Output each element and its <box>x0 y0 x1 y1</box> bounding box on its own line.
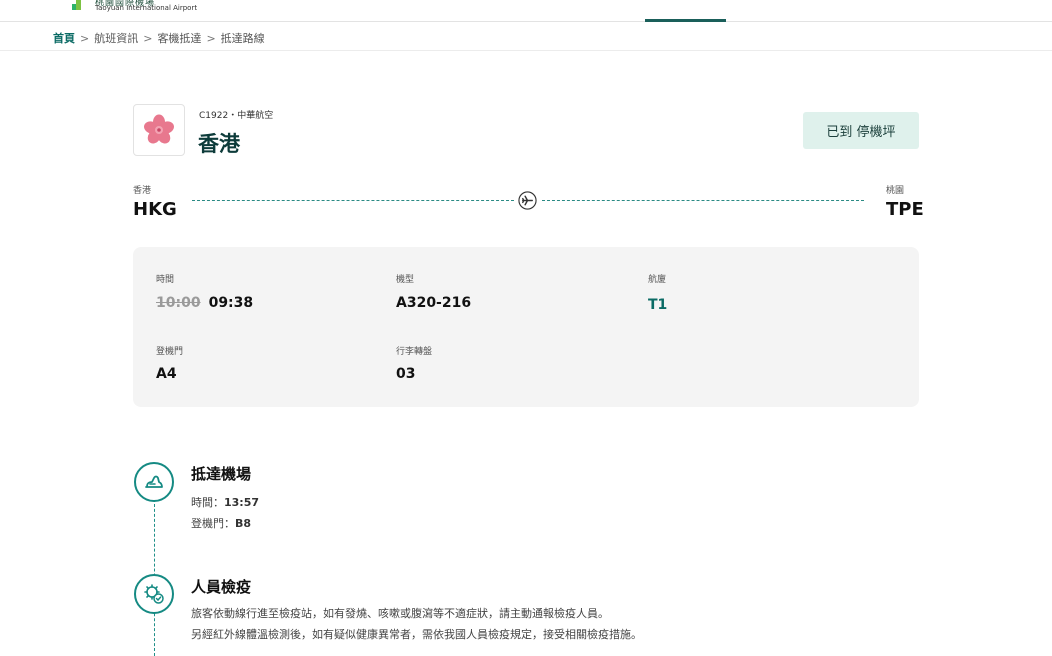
footprint-icon <box>145 475 163 488</box>
timeline-step-description: 旅客依動線行進至檢疫站，如有發燒、咳嗽或腹瀉等不適症狀，請主動通報檢疫人員。 <box>191 607 609 620</box>
gate-label: 登機門 <box>156 347 184 357</box>
route-line <box>542 200 864 201</box>
plum-blossom-icon <box>144 114 174 144</box>
breadcrumb-separator: > <box>143 31 153 45</box>
timeline-step-title: 人員檢疫 <box>191 578 252 596</box>
route-from-city: 香港 <box>133 186 152 196</box>
flight-details-card: 時間 10:00 09:38 機型 A320-216 航廈 T1 登機門 A4 行… <box>133 247 919 407</box>
flight-origin-title: 香港 <box>198 132 240 156</box>
time-label: 時間 <box>156 275 175 285</box>
breadcrumb-divider <box>0 50 1052 51</box>
airport-logo-en[interactable]: Taoyuan International Airport <box>95 4 197 12</box>
aircraft-label: 機型 <box>396 275 415 285</box>
top-navigation: 桃園國際機場 Taoyuan International Airport <box>0 0 1052 22</box>
scheduled-time: 10:00 <box>156 295 201 311</box>
route-to-code: TPE <box>886 199 924 220</box>
aircraft-value: A320-216 <box>396 295 472 311</box>
timeline-step-arrival-icon <box>134 462 174 502</box>
airline-logo <box>133 104 185 156</box>
terminal-label: 航廈 <box>648 275 667 285</box>
breadcrumb-separator: > <box>80 31 90 45</box>
timeline-step-gate: 登機門：B8 <box>191 517 252 530</box>
time-value: 10:00 09:38 <box>156 295 253 311</box>
baggage-label: 行李轉盤 <box>396 347 433 357</box>
breadcrumb-arrivals[interactable]: 客機抵達 <box>157 30 201 46</box>
breadcrumb-separator: > <box>206 31 216 45</box>
timeline-step-time: 時間：13:57 <box>191 496 260 509</box>
route-from-code: HKG <box>133 199 177 220</box>
breadcrumb: 首頁 > 航班資訊 > 客機抵達 > 抵達路線 <box>53 30 265 46</box>
plane-icon <box>518 191 537 210</box>
route-to-city: 桃園 <box>886 186 905 196</box>
timeline-step-quarantine-icon <box>134 574 174 614</box>
status-badge: 已到 停機坪 <box>803 112 919 149</box>
timeline-step-description: 另經紅外線體溫檢測後，如有疑似健康異常者，需依我國人員檢疫規定，接受相關檢疫措施… <box>191 628 642 641</box>
breadcrumb-home[interactable]: 首頁 <box>53 30 75 46</box>
active-nav-indicator <box>645 19 726 22</box>
timeline-step-title: 抵達機場 <box>191 465 252 483</box>
breadcrumb-arrival-route: 抵達路線 <box>220 32 265 45</box>
breadcrumb-flight-info[interactable]: 航班資訊 <box>94 30 138 46</box>
airport-logo-icon[interactable] <box>72 0 82 10</box>
terminal-value[interactable]: T1 <box>648 297 667 313</box>
virus-shield-icon <box>144 584 164 604</box>
gate-value: A4 <box>156 366 177 382</box>
actual-time: 09:38 <box>208 295 254 311</box>
route-line <box>192 200 514 201</box>
flight-code: C1922・中華航空 <box>199 111 274 121</box>
baggage-value: 03 <box>396 366 416 382</box>
